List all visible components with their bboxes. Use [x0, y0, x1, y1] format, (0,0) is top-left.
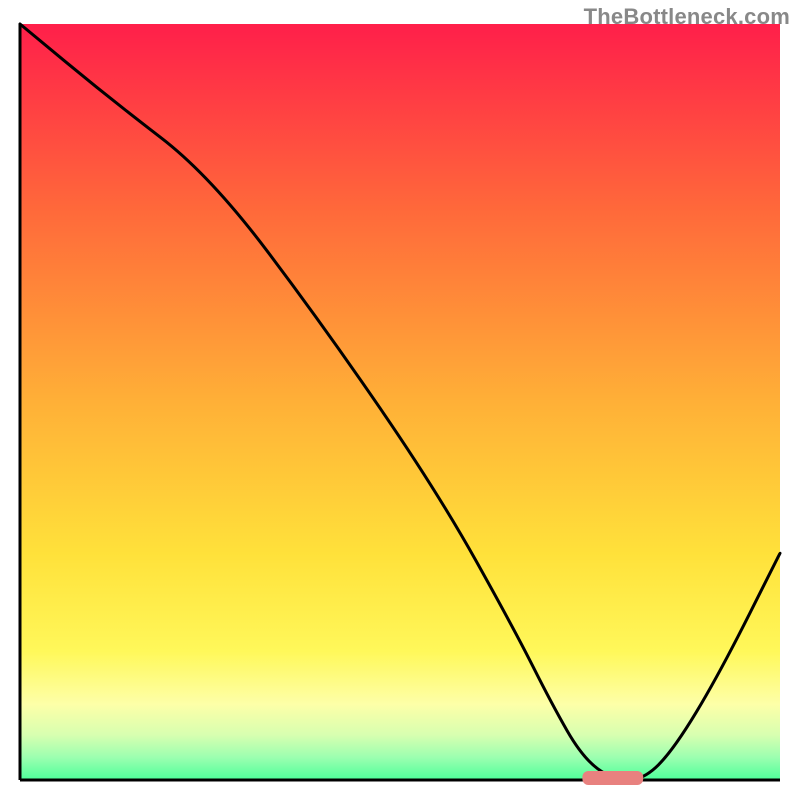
plot-background — [20, 24, 780, 780]
bottleneck-chart — [0, 0, 800, 800]
optimal-range-marker — [582, 771, 643, 785]
chart-container: TheBottleneck.com — [0, 0, 800, 800]
